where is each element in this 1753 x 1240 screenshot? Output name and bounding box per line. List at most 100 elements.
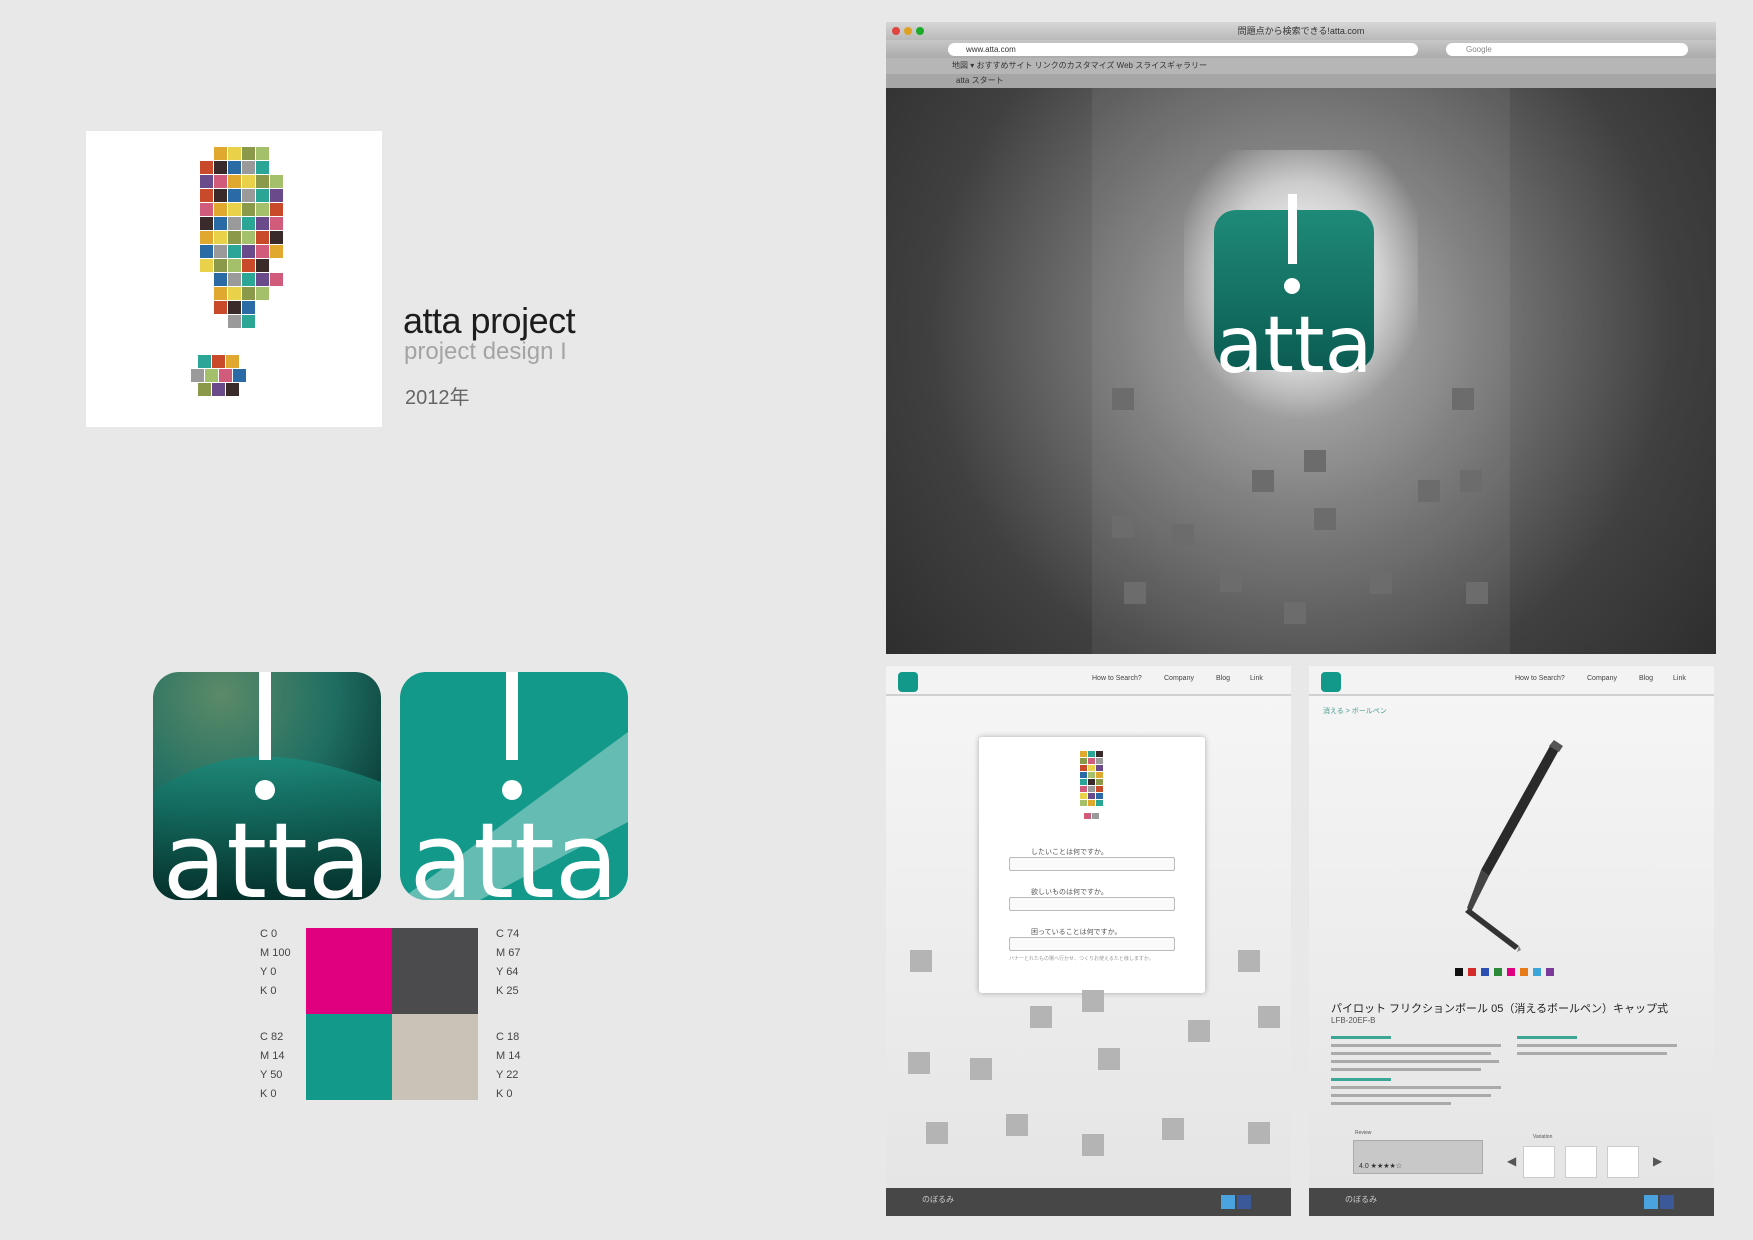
logo-wordmark: atta <box>162 800 371 900</box>
color-option[interactable] <box>1455 968 1463 976</box>
review-label: Review <box>1355 1130 1372 1136</box>
placeholder-tile[interactable] <box>908 1052 930 1074</box>
placeholder-tile[interactable] <box>926 1122 948 1144</box>
product-page-mockup: How to Search? Company Blog Link 消える > ボ… <box>1309 666 1714 1216</box>
color-option[interactable] <box>1533 968 1541 976</box>
cmyk-warm-gray: C 18 M 14 Y 22 K 0 <box>496 1031 521 1100</box>
color-option[interactable] <box>1520 968 1528 976</box>
browser-window-mockup: 問題点から検索できる!atta.com www.atta.com Google … <box>886 22 1716 654</box>
nav-blog[interactable]: Blog <box>1216 675 1230 682</box>
nav-company[interactable]: Company <box>1587 675 1617 682</box>
question-input-problem[interactable] <box>1009 937 1175 951</box>
footer-logo: のぼるみ <box>1345 1195 1377 1204</box>
site-footer: のぼるみ <box>886 1188 1291 1216</box>
logo-wordmark: atta <box>409 800 618 900</box>
product-code: LFB-20EF-B <box>1331 1016 1376 1025</box>
twitter-icon[interactable] <box>1644 1195 1658 1209</box>
placeholder-tile[interactable] <box>1188 1020 1210 1042</box>
placeholder-tile[interactable] <box>1112 516 1134 538</box>
variation-label: Variation <box>1533 1134 1553 1140</box>
nav-link[interactable]: Link <box>1673 675 1686 682</box>
next-arrow-icon[interactable]: ▶ <box>1653 1154 1662 1168</box>
mosaic-exclamation-image <box>191 147 283 396</box>
cmyk-magenta: C 0 M 100 Y 0 K 0 <box>260 928 291 997</box>
breadcrumb[interactable]: 消える > ボールペン <box>1323 706 1387 716</box>
variation-thumb[interactable] <box>1523 1146 1555 1178</box>
color-option[interactable] <box>1468 968 1476 976</box>
question-label: したいことは何ですか。 <box>1031 849 1108 856</box>
site-nav: How to Search? Company Blog Link <box>1309 666 1714 696</box>
placeholder-tile[interactable] <box>1162 1118 1184 1140</box>
placeholder-tile[interactable] <box>1466 582 1488 604</box>
placeholder-tile[interactable] <box>1098 1048 1120 1070</box>
facebook-icon[interactable] <box>1660 1195 1674 1209</box>
color-option[interactable] <box>1494 968 1502 976</box>
placeholder-tile[interactable] <box>1082 1134 1104 1156</box>
project-subtitle: project design I <box>404 338 567 365</box>
atta-app-icon-flat: atta <box>400 672 628 900</box>
variation-thumb[interactable] <box>1607 1146 1639 1178</box>
placeholder-tile[interactable] <box>1314 508 1336 530</box>
variation-thumb[interactable] <box>1565 1146 1597 1178</box>
placeholder-tile[interactable] <box>1370 572 1392 594</box>
site-logo[interactable] <box>1321 672 1341 692</box>
review-score: 4.0 ★★★★☆ <box>1359 1163 1403 1170</box>
placeholder-tile[interactable] <box>1252 470 1274 492</box>
nav-how-to-search[interactable]: How to Search? <box>1515 675 1565 682</box>
swatch-charcoal <box>392 928 478 1014</box>
question-input-want[interactable] <box>1009 857 1175 871</box>
question-input-need[interactable] <box>1009 897 1175 911</box>
placeholder-tile[interactable] <box>1006 1114 1028 1136</box>
mini-mosaic-icon <box>1080 751 1103 819</box>
bookmarks-bar[interactable]: 地図 ▾ おすすめサイト リンクのカスタマイズ Web スライスギャラリー <box>886 58 1716 74</box>
project-year: 2012年 <box>405 387 470 409</box>
placeholder-tile[interactable] <box>970 1058 992 1080</box>
placeholder-tile[interactable] <box>1124 582 1146 604</box>
placeholder-tile[interactable] <box>1030 1006 1052 1028</box>
color-option[interactable] <box>1481 968 1489 976</box>
prev-arrow-icon[interactable]: ◀ <box>1507 1154 1516 1168</box>
url-bar[interactable]: www.atta.com <box>948 43 1418 56</box>
placeholder-tile[interactable] <box>1172 524 1194 546</box>
question-label: 困っていることは何ですか。 <box>1031 929 1122 936</box>
pen-product-image <box>1465 740 1563 952</box>
exclamation-dot <box>255 780 275 800</box>
placeholder-tile[interactable] <box>1238 950 1260 972</box>
placeholder-tile[interactable] <box>1082 990 1104 1012</box>
nav-blog[interactable]: Blog <box>1639 675 1653 682</box>
color-option[interactable] <box>1546 968 1554 976</box>
placeholder-tile[interactable] <box>1304 450 1326 472</box>
placeholder-tile[interactable] <box>1452 388 1474 410</box>
exclamation-mosaic-card <box>86 131 382 427</box>
nav-company[interactable]: Company <box>1164 675 1194 682</box>
zoom-window-button[interactable] <box>916 27 924 35</box>
placeholder-tile[interactable] <box>1284 602 1306 624</box>
browser-search-field[interactable]: Google <box>1446 43 1688 56</box>
glowing-atta-logo: atta <box>1184 150 1418 420</box>
facebook-icon[interactable] <box>1237 1195 1251 1209</box>
placeholder-tile[interactable] <box>910 950 932 972</box>
footer-logo: のぼるみ <box>922 1195 954 1204</box>
placeholder-tile[interactable] <box>1248 1122 1270 1144</box>
placeholder-tile[interactable] <box>1258 1006 1280 1028</box>
project-title: atta project <box>403 300 576 341</box>
nav-link[interactable]: Link <box>1250 675 1263 682</box>
placeholder-tile[interactable] <box>1460 470 1482 492</box>
nav-how-to-search[interactable]: How to Search? <box>1092 675 1142 682</box>
placeholder-tile[interactable] <box>1220 570 1242 592</box>
close-window-button[interactable] <box>892 27 900 35</box>
cmyk-teal: C 82 M 14 Y 50 K 0 <box>260 1031 285 1100</box>
product-title: パイロット フリクションボール 05（消えるボールペン）キャップ式 <box>1331 1003 1669 1015</box>
question-label: 欲しいものは何ですか。 <box>1031 889 1108 896</box>
placeholder-tile[interactable] <box>1112 388 1134 410</box>
twitter-icon[interactable] <box>1221 1195 1235 1209</box>
swatch-magenta <box>306 928 392 1014</box>
color-option[interactable] <box>1507 968 1515 976</box>
site-logo[interactable] <box>898 672 918 692</box>
minimize-window-button[interactable] <box>904 27 912 35</box>
browser-title: 問題点から検索できる!atta.com <box>886 22 1716 40</box>
placeholder-tile[interactable] <box>1418 480 1440 502</box>
site-footer: のぼるみ <box>1309 1188 1714 1216</box>
browser-tab[interactable]: atta スタート <box>886 74 1716 88</box>
svg-text:atta: atta <box>1216 301 1373 391</box>
